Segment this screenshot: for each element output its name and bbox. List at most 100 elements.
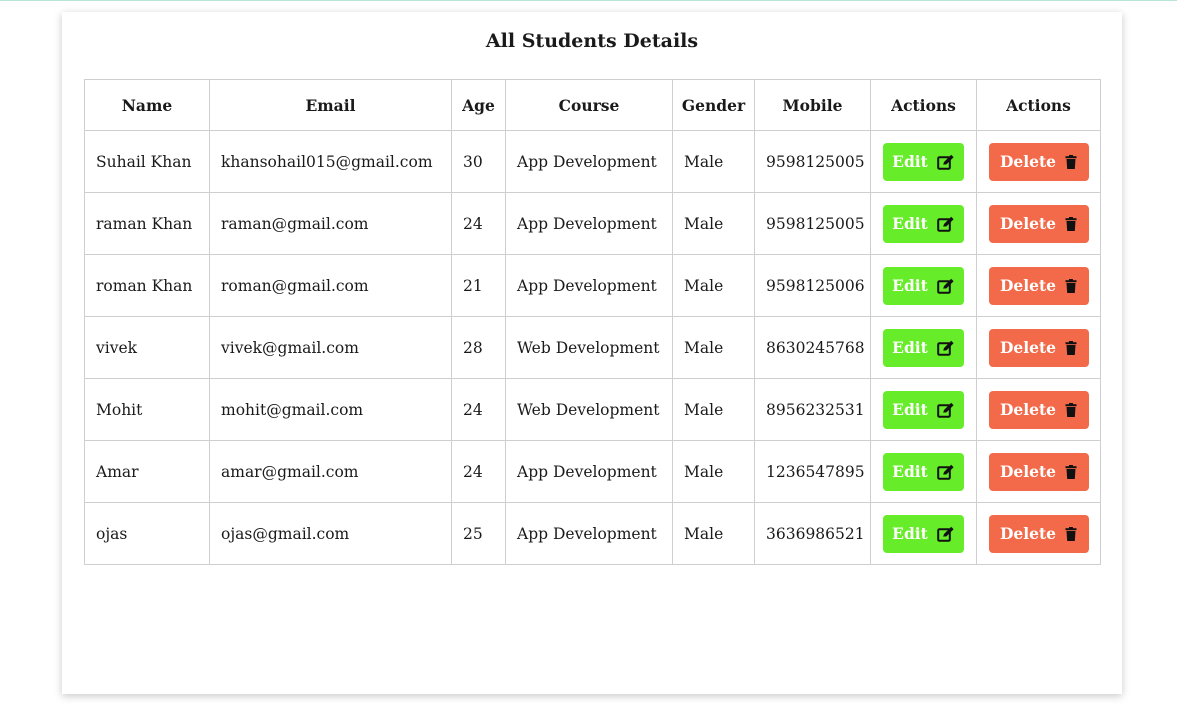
edit-button[interactable]: Edit — [883, 514, 964, 553]
students-card: All Students Details Name Email Age Cour… — [62, 12, 1122, 694]
cell-email: amar@gmail.com — [209, 440, 452, 503]
cell-age: 28 — [451, 316, 506, 379]
cell-gender: Male — [672, 316, 755, 379]
delete-button[interactable]: Delete — [988, 328, 1089, 367]
edit-icon — [937, 216, 954, 232]
trash-icon — [1065, 464, 1077, 479]
cell-mobile: 9598125005 — [754, 130, 871, 193]
table-row: Amar amar@gmail.com 24 App Development M… — [84, 440, 1101, 503]
cell-age: 30 — [451, 130, 506, 193]
edit-button-label: Edit — [892, 462, 928, 481]
cell-delete-action: Delete — [976, 440, 1101, 503]
cell-gender: Male — [672, 254, 755, 317]
header-actions-delete: Actions — [976, 79, 1101, 131]
cell-gender: Male — [672, 378, 755, 441]
edit-button-label: Edit — [892, 276, 928, 295]
edit-button[interactable]: Edit — [883, 328, 964, 367]
cell-gender: Male — [672, 192, 755, 255]
edit-icon — [937, 154, 954, 170]
cell-gender: Male — [672, 502, 755, 565]
edit-icon — [937, 278, 954, 294]
delete-button[interactable]: Delete — [988, 390, 1089, 429]
delete-button[interactable]: Delete — [988, 142, 1089, 181]
header-age: Age — [451, 79, 506, 131]
header-gender: Gender — [672, 79, 755, 131]
cell-delete-action: Delete — [976, 254, 1101, 317]
cell-name: Amar — [84, 440, 210, 503]
cell-delete-action: Delete — [976, 192, 1101, 255]
table-row: Mohit mohit@gmail.com 24 Web Development… — [84, 378, 1101, 441]
edit-button[interactable]: Edit — [883, 266, 964, 305]
cell-mobile: 8956232531 — [754, 378, 871, 441]
cell-edit-action: Edit — [870, 378, 977, 441]
top-accent-line — [0, 0, 1177, 1]
cell-course: App Development — [505, 502, 673, 565]
cell-name: Suhail Khan — [84, 130, 210, 193]
cell-age: 24 — [451, 192, 506, 255]
edit-icon — [937, 402, 954, 418]
cell-mobile: 3636986521 — [754, 502, 871, 565]
edit-button-label: Edit — [892, 400, 928, 419]
cell-email: mohit@gmail.com — [209, 378, 452, 441]
edit-button-label: Edit — [892, 338, 928, 357]
delete-button[interactable]: Delete — [988, 452, 1089, 491]
cell-edit-action: Edit — [870, 254, 977, 317]
delete-button[interactable]: Delete — [988, 266, 1089, 305]
cell-email: vivek@gmail.com — [209, 316, 452, 379]
table-row: raman Khan raman@gmail.com 24 App Develo… — [84, 192, 1101, 255]
cell-name: vivek — [84, 316, 210, 379]
cell-email: raman@gmail.com — [209, 192, 452, 255]
delete-button-label: Delete — [999, 276, 1057, 295]
edit-icon — [937, 526, 954, 542]
table-body: Suhail Khan khansohail015@gmail.com 30 A… — [84, 130, 1101, 565]
cell-gender: Male — [672, 440, 755, 503]
cell-email: ojas@gmail.com — [209, 502, 452, 565]
cell-edit-action: Edit — [870, 502, 977, 565]
edit-button[interactable]: Edit — [883, 204, 964, 243]
trash-icon — [1065, 278, 1077, 293]
cell-age: 25 — [451, 502, 506, 565]
cell-name: raman Khan — [84, 192, 210, 255]
header-mobile: Mobile — [754, 79, 871, 131]
trash-icon — [1065, 526, 1077, 541]
delete-button-label: Delete — [999, 152, 1057, 171]
cell-delete-action: Delete — [976, 378, 1101, 441]
edit-button-label: Edit — [892, 524, 928, 543]
delete-button-label: Delete — [999, 524, 1057, 543]
delete-button[interactable]: Delete — [988, 204, 1089, 243]
header-name: Name — [84, 79, 210, 131]
cell-mobile: 8630245768 — [754, 316, 871, 379]
delete-button-label: Delete — [999, 400, 1057, 419]
edit-button[interactable]: Edit — [883, 390, 964, 429]
cell-mobile: 9598125006 — [754, 254, 871, 317]
cell-edit-action: Edit — [870, 130, 977, 193]
cell-edit-action: Edit — [870, 192, 977, 255]
cell-age: 24 — [451, 378, 506, 441]
cell-name: Mohit — [84, 378, 210, 441]
table-row: roman Khan roman@gmail.com 21 App Develo… — [84, 254, 1101, 317]
edit-button[interactable]: Edit — [883, 142, 964, 181]
cell-mobile: 1236547895 — [754, 440, 871, 503]
cell-course: App Development — [505, 254, 673, 317]
cell-course: Web Development — [505, 316, 673, 379]
cell-age: 21 — [451, 254, 506, 317]
header-course: Course — [505, 79, 673, 131]
edit-icon — [937, 340, 954, 356]
cell-name: ojas — [84, 502, 210, 565]
cell-course: App Development — [505, 192, 673, 255]
edit-button-label: Edit — [892, 152, 928, 171]
page-title: All Students Details — [485, 30, 699, 52]
cell-age: 24 — [451, 440, 506, 503]
delete-button-label: Delete — [999, 338, 1057, 357]
cell-edit-action: Edit — [870, 316, 977, 379]
cell-course: Web Development — [505, 378, 673, 441]
cell-course: App Development — [505, 440, 673, 503]
edit-icon — [937, 464, 954, 480]
cell-email: roman@gmail.com — [209, 254, 452, 317]
trash-icon — [1065, 340, 1077, 355]
cell-delete-action: Delete — [976, 130, 1101, 193]
delete-button[interactable]: Delete — [988, 514, 1089, 553]
trash-icon — [1065, 154, 1077, 169]
table-row: ojas ojas@gmail.com 25 App Development M… — [84, 502, 1101, 565]
edit-button[interactable]: Edit — [883, 452, 964, 491]
